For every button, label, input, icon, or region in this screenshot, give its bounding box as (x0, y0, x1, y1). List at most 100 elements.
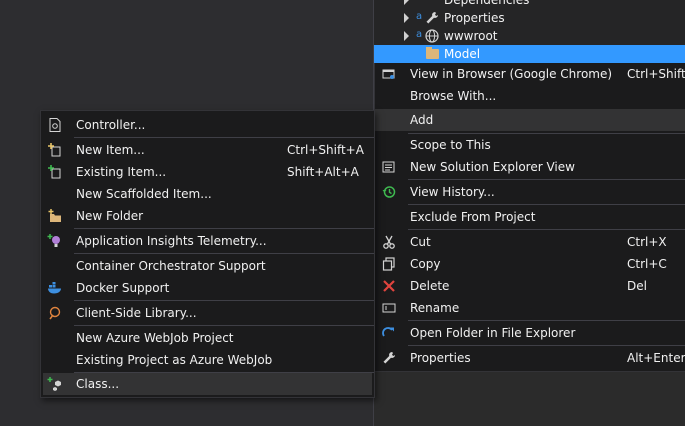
a-badge-icon: a (416, 11, 423, 22)
submenu-item-controller[interactable]: Controller... (41, 114, 374, 136)
menu-item-open-folder[interactable]: Open Folder in File Explorer (375, 322, 685, 344)
new-folder-icon (47, 208, 63, 224)
menu-item-exclude-from-project[interactable]: Exclude From Project (375, 206, 685, 228)
submenu-item-existing-item[interactable]: Existing Item... Shift+Alt+A (41, 161, 374, 183)
menu-separator (408, 179, 685, 180)
menu-item-label: View History... (410, 185, 495, 199)
tree-item-dependencies[interactable]: Dependencies (374, 0, 685, 9)
folder-icon (426, 47, 439, 59)
menu-item-cut[interactable]: Cut Ctrl+X (375, 231, 685, 253)
submenu-item-new-item[interactable]: New Item... Ctrl+Shift+A (41, 139, 374, 161)
menu-item-label: Controller... (76, 118, 146, 132)
copy-icon (381, 256, 397, 272)
menu-item-label: Exclude From Project (410, 210, 536, 224)
menu-item-scope-to-this[interactable]: Scope to This (375, 134, 685, 156)
submenu-item-class[interactable]: Class... (43, 373, 372, 395)
menu-item-properties[interactable]: Properties Alt+Enter (375, 347, 685, 369)
tree-item-model[interactable]: Model (374, 45, 685, 63)
menu-item-add[interactable]: Add (375, 109, 685, 131)
new-item-icon (47, 142, 63, 158)
menu-item-view-in-browser[interactable]: View in Browser (Google Chrome) Ctrl+Shi… (375, 63, 685, 85)
menu-item-label: Properties (410, 351, 471, 365)
menu-item-label: New Item... (76, 143, 145, 157)
tree-item-label: Dependencies (444, 0, 530, 7)
tree-item-properties[interactable]: a Properties (374, 9, 685, 27)
menu-separator (408, 229, 685, 230)
docker-icon (47, 280, 63, 296)
menu-item-rename[interactable]: Rename (375, 297, 685, 319)
scissors-icon (381, 234, 397, 250)
menu-separator (74, 300, 374, 301)
menu-item-label: Existing Item... (76, 165, 167, 179)
submenu-item-new-scaffolded-item[interactable]: New Scaffolded Item... (41, 183, 374, 205)
menu-separator (74, 325, 374, 326)
menu-item-label: Client-Side Library... (76, 306, 197, 320)
menu-item-new-solution-explorer-view[interactable]: New Solution Explorer View (375, 156, 685, 178)
menu-item-copy[interactable]: Copy Ctrl+C (375, 253, 685, 275)
menu-item-label: Application Insights Telemetry... (76, 234, 267, 248)
menu-item-shortcut: Ctrl+C (627, 257, 667, 271)
menu-item-shortcut: Alt+Enter (627, 351, 685, 365)
menu-item-shortcut: Del (627, 279, 647, 293)
menu-item-shortcut: Shift+Alt+A (287, 165, 359, 179)
submenu-item-docker-support[interactable]: Docker Support (41, 277, 374, 299)
menu-separator (408, 320, 685, 321)
menu-item-delete[interactable]: Delete Del (375, 275, 685, 297)
menu-item-label: Rename (410, 301, 460, 315)
expand-arrow-icon[interactable] (404, 31, 409, 41)
menu-item-label: Copy (410, 257, 441, 271)
submenu-item-new-folder[interactable]: New Folder (41, 205, 374, 227)
wrench-icon (424, 10, 440, 26)
menu-separator (74, 253, 374, 254)
menu-item-label: Open Folder in File Explorer (410, 326, 576, 340)
menu-item-label: Container Orchestrator Support (76, 259, 266, 273)
existing-item-icon (47, 164, 63, 180)
globe-icon (424, 28, 440, 44)
submenu-item-container-orchestrator[interactable]: Container Orchestrator Support (41, 255, 374, 277)
solution-explorer-tree: Dependencies a Properties a wwwroot Mode… (374, 0, 685, 63)
refresh-arrow-icon (381, 325, 397, 341)
menu-item-label: New Folder (76, 209, 144, 223)
controller-icon (47, 117, 63, 133)
class-icon (47, 376, 63, 392)
menu-item-shortcut: Ctrl+Shift+W (627, 67, 685, 81)
menu-item-shortcut: Ctrl+Shift+A (287, 143, 364, 157)
expand-arrow-icon[interactable] (404, 0, 409, 5)
menu-item-label: View in Browser (Google Chrome) (410, 67, 613, 81)
submenu-item-app-insights[interactable]: Application Insights Telemetry... (41, 230, 374, 252)
menu-separator (74, 228, 374, 229)
browser-icon (381, 66, 397, 82)
menu-separator (408, 204, 685, 205)
add-submenu: Controller... New Item... Ctrl+Shift+A E… (40, 110, 375, 398)
lightbulb-icon (47, 233, 63, 249)
submenu-item-existing-project-webjob[interactable]: Existing Project as Azure WebJob (41, 349, 374, 371)
menu-item-browse-with[interactable]: Browse With... (375, 85, 685, 107)
menu-item-shortcut: Ctrl+X (627, 235, 667, 249)
tree-item-wwwroot[interactable]: a wwwroot (374, 27, 685, 45)
menu-item-label: Existing Project as Azure WebJob (76, 353, 273, 367)
delete-x-icon (381, 278, 397, 294)
a-badge-icon: a (416, 29, 423, 40)
menu-item-label: Docker Support (76, 281, 170, 295)
menu-item-label: Scope to This (410, 138, 491, 152)
menu-separator (74, 137, 374, 138)
solution-explorer-view-icon (381, 159, 397, 175)
history-icon (381, 184, 397, 200)
rename-icon (381, 300, 397, 316)
tree-item-label: Properties (444, 11, 505, 25)
dependencies-icon (424, 0, 440, 8)
menu-item-label: New Solution Explorer View (410, 160, 575, 174)
wrench-icon (381, 350, 397, 366)
menu-item-label: Add (410, 113, 434, 127)
context-menu: View in Browser (Google Chrome) Ctrl+Shi… (374, 63, 685, 372)
submenu-item-client-side-library[interactable]: Client-Side Library... (41, 302, 374, 324)
menu-item-view-history[interactable]: View History... (375, 181, 685, 203)
menu-item-label: Cut (410, 235, 431, 249)
tree-item-label: Model (444, 47, 481, 61)
menu-item-label: New Azure WebJob Project (76, 331, 234, 345)
submenu-item-new-azure-webjob[interactable]: New Azure WebJob Project (41, 327, 374, 349)
expand-arrow-icon[interactable] (404, 13, 409, 23)
menu-item-label: Browse With... (410, 89, 497, 103)
tree-item-label: wwwroot (444, 29, 498, 43)
menu-separator (408, 345, 685, 346)
